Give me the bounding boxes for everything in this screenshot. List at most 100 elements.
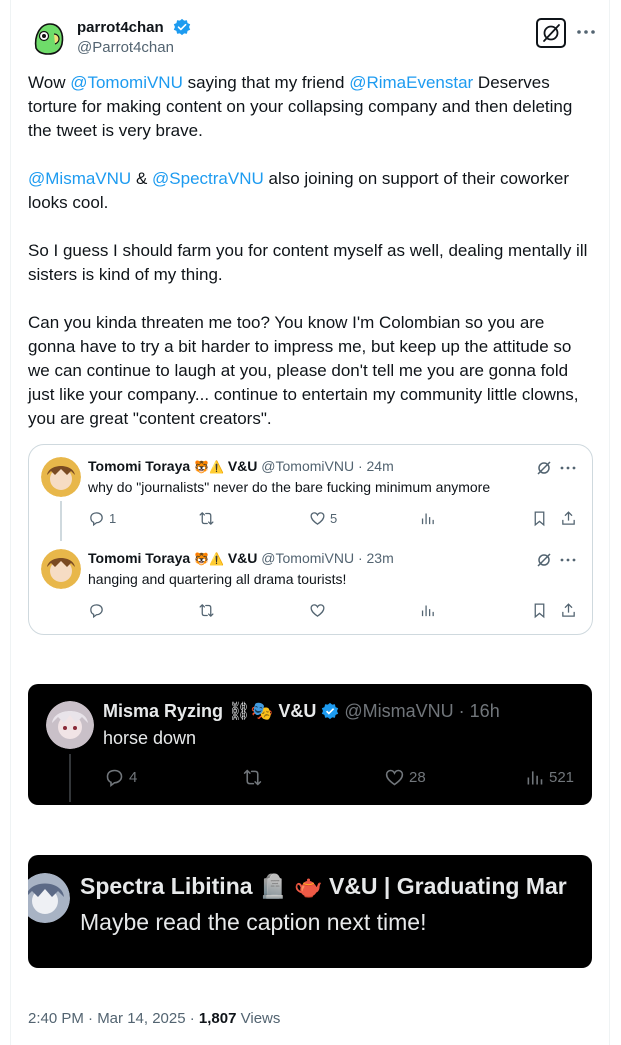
thread-tweet: Tomomi Toraya 🐯⚠️ V&U @TomomiVNU · 23m h… (29, 537, 592, 618)
repost-action (198, 509, 215, 527)
repost-icon (199, 603, 214, 617)
mention-link[interactable]: @TomomiVNU (70, 73, 183, 92)
tweet-handle: @TomomiVNU (261, 458, 355, 474)
paragraph-4: Can you kinda threaten me too? You know … (28, 313, 579, 428)
views-count: 521 (549, 768, 575, 786)
views-icon (527, 770, 543, 784)
reply-action: 1 (88, 509, 116, 527)
tweet-name-line: Tomomi Toraya 🐯⚠️ V&U @TomomiVNU · 24m (88, 458, 394, 474)
bookmark-action (531, 509, 548, 527)
views-icon (421, 605, 434, 616)
screenshot-image-spectra[interactable]: Spectra Libitina 🪦 🫖 V&U | Graduating Ma… (28, 855, 592, 968)
repost-action (198, 601, 215, 619)
heart-icon (310, 603, 325, 617)
views-action (419, 509, 436, 527)
post-timestamp[interactable]: 2:40 PM · Mar 14, 2025 · (28, 1010, 199, 1027)
author-avatar[interactable] (28, 18, 68, 58)
verified-badge-icon (173, 18, 191, 36)
like-count: 28 (409, 768, 426, 786)
reply-action: 4 (104, 766, 137, 788)
like-count: 5 (330, 510, 338, 526)
tweet-time: · 23m (357, 550, 394, 566)
repost-action (242, 766, 263, 788)
tweet-author-name: Misma Ryzing (103, 701, 224, 721)
grok-icon[interactable] (536, 18, 566, 48)
tweet-avatar (46, 701, 94, 749)
grok-icon (537, 461, 551, 475)
like-action (309, 601, 326, 619)
share-icon (562, 510, 575, 525)
bookmark-icon (534, 510, 545, 526)
reply-icon (90, 511, 103, 526)
tweet-name-line: Tomomi Toraya 🐯⚠️ V&U @TomomiVNU · 23m (88, 550, 394, 566)
mention-link[interactable]: @SpectraVNU (152, 169, 264, 188)
name-affiliation: V&U (227, 458, 258, 474)
tweet-author-name: Spectra Libitina 🪦 🫖 V&U | Graduating Ma… (80, 873, 567, 899)
more-options-icon (560, 466, 576, 470)
tweet-text: Maybe read the caption next time! (80, 909, 427, 935)
verified-badge-icon (322, 702, 339, 720)
tweet-text: hanging and quartering all drama tourist… (88, 571, 347, 587)
more-options-icon (560, 558, 576, 562)
tweet-author-name: Tomomi Toraya (88, 458, 191, 474)
name-affiliation: V&U (278, 701, 317, 721)
share-action (560, 601, 577, 619)
tweet-text: horse down (103, 728, 197, 748)
bookmark-icon (534, 602, 545, 618)
name-affiliation: V&U (227, 550, 258, 566)
views-label: Views (236, 1010, 281, 1027)
tweet-text: why do "journalists" never do the bare f… (88, 479, 491, 495)
tweet-avatar (28, 873, 70, 923)
views-count: 1,807 (198, 1010, 237, 1027)
screenshot-image-misma[interactable]: Misma Ryzing ⛓🎭 V&U @MismaVNU · 16h hors… (28, 684, 592, 805)
name-emoji: ⛓🎭 (228, 701, 274, 721)
tweet-avatar (41, 457, 81, 497)
tweet-name-line: Misma Ryzing ⛓🎭 V&U @MismaVNU · 16h (103, 701, 500, 722)
repost-icon (243, 769, 262, 785)
tweet-actions: 1 5 (88, 509, 583, 529)
tweet-time: · 16h (458, 701, 500, 721)
tweet-handle: @TomomiVNU (261, 550, 355, 566)
thread-tweet: Tomomi Toraya 🐯⚠️ V&U @TomomiVNU · 24m w… (29, 445, 592, 541)
reply-count: 1 (109, 510, 117, 526)
more-options-icon[interactable] (574, 20, 598, 44)
reply-count: 4 (129, 768, 138, 786)
mention-link[interactable]: @MismaVNU (28, 169, 131, 188)
like-action: 28 (384, 766, 426, 788)
like-action: 5 (309, 509, 337, 527)
tweet-avatar (41, 549, 81, 589)
reply-icon (106, 769, 123, 787)
share-icon (562, 602, 575, 617)
name-emoji: 🐯⚠️ (194, 552, 224, 566)
author-name[interactable]: parrot4chan (77, 19, 164, 36)
tweet-author-name: Tomomi Toraya (88, 550, 191, 566)
thread-connector (69, 754, 71, 802)
text-segment: Wow (28, 73, 71, 92)
paragraph-1: Wow @TomomiVNU saying that my friend @Ri… (28, 71, 594, 143)
repost-icon (199, 511, 214, 525)
author-handle[interactable]: @Parrot4chan (77, 39, 174, 56)
post-meta: 2:40 PM · Mar 14, 2025 · 1,807 Views (28, 1010, 280, 1027)
text-segment: & (131, 169, 153, 188)
paragraph-3: So I guess I should farm you for content… (28, 241, 588, 284)
views-icon (421, 513, 434, 524)
grok-icon (537, 553, 551, 567)
views-action (419, 601, 436, 619)
reply-action (88, 601, 105, 619)
heart-icon (385, 769, 404, 785)
heart-icon (310, 511, 325, 525)
quoted-thread-image[interactable]: Tomomi Toraya 🐯⚠️ V&U @TomomiVNU · 24m w… (28, 444, 593, 635)
text-segment: saying that my friend (182, 73, 350, 92)
reply-icon (90, 603, 103, 618)
mention-link[interactable]: @RimaEvenstar (349, 73, 473, 92)
share-action (560, 509, 577, 527)
bookmark-action (531, 601, 548, 619)
tweet-body: Wow @TomomiVNU saying that my friend @Ri… (28, 71, 594, 431)
tweet-handle: @MismaVNU (344, 701, 454, 721)
tweet-actions (88, 601, 583, 621)
thread-connector (60, 501, 62, 541)
tweet-header: parrot4chan @Parrot4chan (28, 18, 598, 58)
name-emoji: 🐯⚠️ (194, 460, 224, 474)
paragraph-2: @MismaVNU & @SpectraVNU also joining on … (28, 167, 594, 215)
views-action: 521 (524, 766, 574, 788)
